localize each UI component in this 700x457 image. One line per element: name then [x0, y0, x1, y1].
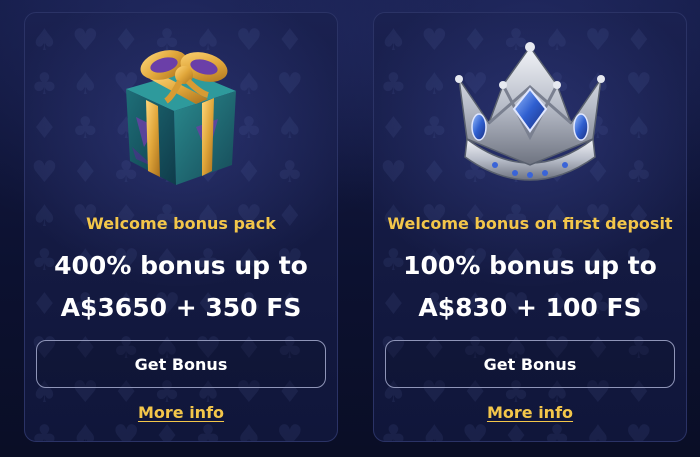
- bonus-headline-line1: 400% bonus up to: [54, 251, 308, 280]
- get-bonus-button[interactable]: Get Bonus: [385, 340, 675, 388]
- more-info-link[interactable]: More info: [138, 403, 224, 422]
- bonus-subtitle: Welcome bonus on first deposit: [387, 214, 673, 233]
- bonus-card-welcome-pack: ♠♥♦♣♠♥♦♣♠♥♦♣♠♥♦♣♠♥♦♣♠♥♦♣♠♥♦♣♠♥♦♣♠♥♦♣♠♥♦♣…: [24, 12, 338, 442]
- bonus-headline-line1: 100% bonus up to: [403, 251, 657, 280]
- more-info-container: More info: [25, 403, 337, 422]
- bonus-headline-line2: A$830 + 100 FS: [418, 293, 642, 322]
- bonus-headline-line2: A$3650 + 350 FS: [60, 293, 302, 322]
- bonus-headline: 400% bonus up to A$3650 + 350 FS: [25, 245, 337, 329]
- bonus-headline: 100% bonus up to A$830 + 100 FS: [374, 245, 686, 329]
- bonus-subtitle: Welcome bonus pack: [86, 214, 276, 233]
- bonus-card-first-deposit: ♠♥♦♣♠♥♦♣♠♥♦♣♠♥♦♣♠♥♦♣♠♥♦♣♠♥♦♣♠♥♦♣♠♥♦♣♠♥♦♣…: [373, 12, 687, 442]
- crown-icon: [455, 42, 605, 181]
- gift-box-icon: [126, 50, 236, 185]
- get-bonus-button[interactable]: Get Bonus: [36, 340, 326, 388]
- more-info-link[interactable]: More info: [487, 403, 573, 422]
- more-info-container: More info: [374, 403, 686, 422]
